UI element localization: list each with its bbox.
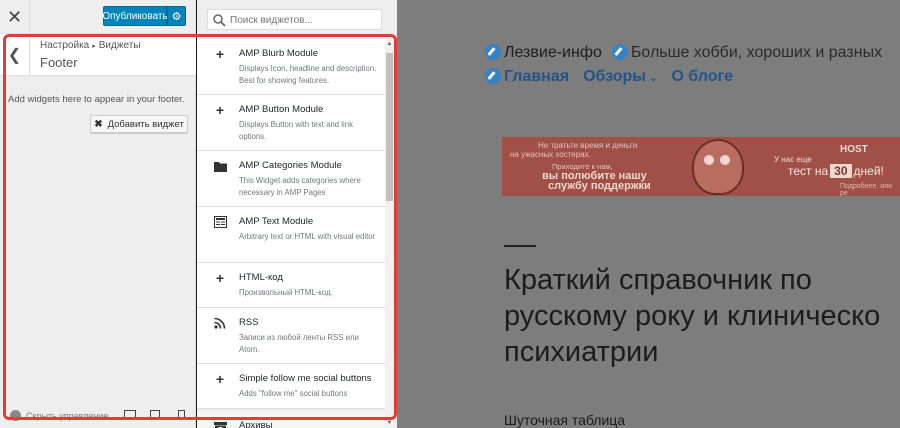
scroll-up-icon[interactable]: ▲	[385, 39, 394, 48]
section-header: ❮ Настройка ▸ Виджеты Footer	[0, 34, 196, 76]
gear-icon: ⚙	[171, 10, 182, 23]
banner-text: на ужасных хостерах.	[510, 150, 591, 159]
post-subtitle: Шуточная таблица	[504, 412, 626, 428]
mascot-image	[692, 139, 744, 195]
chevron-left-icon: ❮	[7, 47, 22, 64]
breadcrumb-separator-icon: ▸	[92, 43, 96, 50]
section-title: Footer	[40, 55, 78, 70]
banner-text: У нас еще	[774, 155, 812, 164]
nav-item-home[interactable]: Главная	[504, 68, 569, 85]
plus-icon: +	[215, 46, 225, 62]
publish-button[interactable]: Опубликовать	[102, 6, 168, 26]
banner-offer: тест на 30 дней!	[788, 164, 884, 178]
plus-icon: +	[215, 371, 225, 387]
close-icon: ✖	[94, 118, 103, 130]
customizer-topbar: ✕ Опубликовать ⚙	[0, 0, 195, 34]
widget-description: Arbitrary text or HTML with visual edito…	[239, 232, 376, 241]
widget-list: + AMP Blurb Module Displays Icon, headli…	[197, 39, 385, 428]
breadcrumb-current: Виджеты	[98, 40, 141, 51]
widget-list-scrollbar[interactable]: ▲ ▼	[385, 39, 394, 428]
close-customizer-button[interactable]: ✕	[0, 0, 30, 34]
banner-days: 30	[830, 164, 852, 178]
widget-title: AMP Button Module	[239, 104, 324, 115]
widget-item[interactable]: RSS Записи из любой ленты RSS или Atom.	[197, 308, 385, 364]
edit-pencil-icon[interactable]	[485, 68, 501, 84]
widget-title: AMP Text Module	[239, 216, 314, 227]
add-widget-label: Добавить виджет	[107, 118, 184, 130]
widget-description: Displays Icon, headline and description.…	[239, 64, 377, 85]
edit-pencil-icon[interactable]	[485, 44, 501, 60]
collapse-icon	[10, 410, 21, 421]
available-widgets-panel: + AMP Blurb Module Displays Icon, headli…	[197, 0, 397, 428]
add-widget-button[interactable]: ✖ Добавить виджет	[90, 115, 188, 133]
banner-text: Подробнее, или ре	[840, 183, 893, 196]
customizer-footer: Скрыть управление	[0, 406, 196, 428]
widget-description: Adds "follow me" social buttons	[239, 389, 348, 398]
nav-item-reviews[interactable]: Обзоры ⌄	[583, 68, 657, 85]
widget-description: Записи из любой ленты RSS или Atom.	[239, 333, 359, 354]
breadcrumb-root: Настройка	[40, 40, 90, 51]
customizer-panel: ✕ Опубликовать ⚙ ❮ Настройка ▸ Виджеты Foo…	[0, 0, 196, 428]
plus-icon: +	[215, 102, 225, 118]
text-block-icon	[213, 215, 227, 229]
desktop-preview-icon[interactable]	[124, 410, 136, 420]
scroll-thumb[interactable]	[386, 53, 393, 201]
hide-controls-button[interactable]: Скрыть управление	[10, 410, 108, 421]
widget-description: Displays Button with text and link optio…	[239, 120, 353, 141]
widget-title: Simple follow me social buttons	[239, 373, 372, 384]
ad-banner[interactable]: Не тратьте время и деньги на ужасных хос…	[502, 137, 900, 196]
publish-settings-button[interactable]: ⚙	[167, 6, 186, 26]
widget-item[interactable]: + AMP Button Module Displays Button with…	[197, 95, 385, 151]
search-input[interactable]	[230, 12, 378, 28]
site-preview: Лезвие-инфо Больше хобби, хороших и разны…	[397, 0, 900, 428]
breadcrumb: Настройка ▸ Виджеты	[40, 40, 141, 51]
back-button[interactable]: ❮	[0, 34, 30, 76]
widget-item[interactable]: AMP Categories Module This Widget adds c…	[197, 151, 385, 207]
post-title[interactable]: Краткий справочник по русскому року и кл…	[504, 262, 900, 370]
edit-pencil-icon[interactable]	[611, 44, 628, 60]
banner-brand: HOST	[840, 144, 868, 155]
widget-description: Произвольный HTML-код.	[239, 288, 333, 297]
widget-title: RSS	[239, 317, 259, 328]
banner-text: Не тратьте время и деньги	[538, 141, 638, 150]
site-title[interactable]: Лезвие-инфо	[504, 44, 602, 61]
site-header: Лезвие-инфо Больше хобби, хороших и разны…	[485, 44, 882, 62]
widget-title: AMP Categories Module	[239, 160, 342, 171]
tablet-preview-icon[interactable]	[150, 410, 160, 420]
divider	[504, 245, 536, 247]
widget-title: AMP Blurb Module	[239, 48, 319, 59]
widget-title: Архивы	[239, 420, 273, 428]
mobile-preview-icon[interactable]	[178, 410, 185, 420]
site-navigation: Главная Обзоры ⌄ О блоге	[485, 68, 747, 86]
hide-controls-label: Скрыть управление	[26, 410, 109, 421]
banner-text: службу поддержки	[548, 180, 651, 192]
folder-icon	[213, 159, 227, 173]
widget-item[interactable]: + Simple follow me social buttons Adds "…	[197, 364, 385, 409]
widget-item[interactable]: Архивы	[197, 409, 385, 428]
widget-search	[207, 9, 382, 30]
search-icon	[213, 14, 226, 27]
widget-area-description: Add widgets here to appear in your foote…	[8, 94, 185, 105]
widget-description: This Widget adds categories where necess…	[239, 176, 361, 197]
chevron-down-icon: ⌄	[648, 73, 658, 84]
site-description: Больше хобби, хороших и разных	[630, 44, 883, 61]
plus-icon: +	[215, 270, 225, 286]
widget-item[interactable]: + HTML-код Произвольный HTML-код.	[197, 263, 385, 308]
widget-title: HTML-код	[239, 272, 283, 283]
widget-item[interactable]: + AMP Blurb Module Displays Icon, headli…	[197, 39, 385, 95]
rss-icon	[213, 316, 227, 330]
close-icon: ✕	[6, 6, 23, 27]
nav-item-about[interactable]: О блоге	[671, 68, 733, 85]
widget-item[interactable]: AMP Text Module Arbitrary text or HTML w…	[197, 207, 385, 263]
archive-icon	[213, 420, 227, 428]
scroll-down-icon[interactable]: ▼	[385, 418, 394, 427]
